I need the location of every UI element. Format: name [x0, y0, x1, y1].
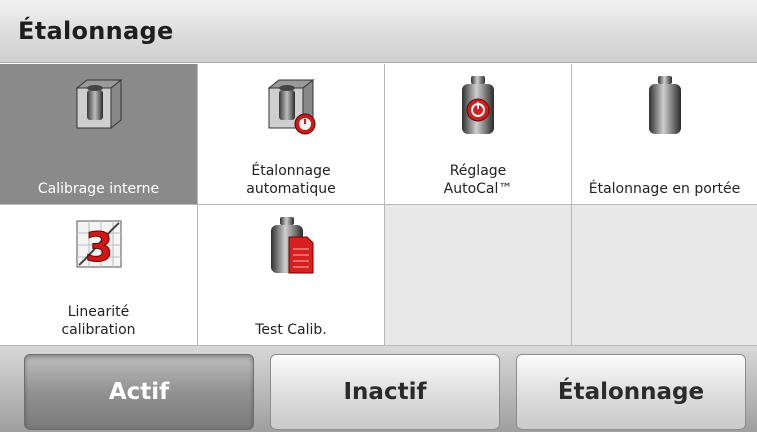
weight-cube-clock-icon	[267, 78, 316, 135]
weight-red-document-icon	[271, 217, 314, 274]
weight-cube-icon	[75, 78, 122, 130]
bottom-button-bar: Actif Inactif Étalonnage	[0, 346, 757, 432]
menu-item-test-calib[interactable]: Test Calib.	[198, 205, 385, 346]
title-bar: Étalonnage	[0, 0, 757, 63]
menu-item-etalonnage-en-portee[interactable]: Étalonnage en portée	[572, 64, 757, 205]
svg-text:3: 3	[85, 225, 113, 271]
menu-item-empty	[572, 205, 757, 346]
page-title: Étalonnage	[18, 17, 174, 45]
actif-button[interactable]: Actif	[24, 354, 254, 430]
menu-item-linearite-calibration[interactable]: 3 Linearité calibration	[0, 205, 198, 346]
etalonnage-button[interactable]: Étalonnage	[516, 354, 746, 430]
menu-item-etalonnage-automatique[interactable]: Étalonnage automatique	[198, 64, 385, 205]
menu-item-label: Calibrage interne	[37, 181, 160, 197]
menu-item-label: Étalonnage automatique	[246, 163, 336, 197]
weight-red-power-icon	[462, 76, 494, 134]
menu-item-empty	[385, 205, 572, 346]
menu-item-label: Test Calib.	[255, 322, 327, 338]
calibration-menu-grid: Calibrage interne Étalonnage automatique…	[0, 64, 757, 346]
menu-item-calibrage-interne[interactable]: Calibrage interne	[0, 64, 198, 205]
weight-gray-icon	[648, 76, 681, 134]
menu-item-label: Étalonnage en portée	[588, 181, 741, 197]
menu-item-label: Linearité calibration	[61, 304, 136, 338]
linearity-3-chart-icon: 3	[76, 220, 121, 272]
menu-item-reglage-autocal[interactable]: Réglage AutoCal™	[385, 64, 572, 205]
inactif-button[interactable]: Inactif	[270, 354, 500, 430]
menu-item-label: Réglage AutoCal™	[443, 163, 513, 197]
